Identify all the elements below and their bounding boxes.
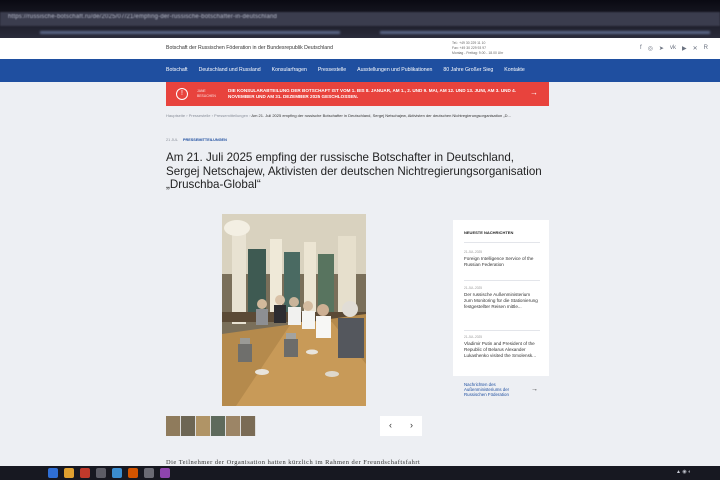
thumbnail[interactable] bbox=[196, 416, 211, 436]
divider bbox=[464, 280, 540, 281]
gallery-pager: ‹ › bbox=[380, 416, 422, 436]
os-taskbar: ▲ ◉ ◐ bbox=[0, 466, 720, 480]
instagram-icon[interactable]: ◎ bbox=[648, 45, 653, 52]
alert-label: JANE BESUCHEN bbox=[197, 89, 216, 98]
meeting-photo-image bbox=[222, 214, 366, 406]
article-photo[interactable] bbox=[222, 214, 366, 406]
address-bar-text: https://russische-botschaft.ru/de/2025/0… bbox=[8, 14, 278, 20]
site-header: Botschaft der Russischen Föderation in d… bbox=[0, 38, 720, 59]
page-title: Am 21. Juli 2025 empfing der russische B… bbox=[166, 151, 542, 191]
app-icon[interactable] bbox=[112, 468, 122, 478]
app-icon[interactable] bbox=[144, 468, 154, 478]
breadcrumb: Hauptseite › Pressestelle › Pressemittei… bbox=[166, 113, 511, 118]
app-icon[interactable] bbox=[128, 468, 138, 478]
news-item[interactable]: 21.JUL.2025 Vladimir Putin and President… bbox=[464, 335, 540, 360]
divider bbox=[464, 330, 540, 331]
news-item[interactable]: 21.JUL.2025 Foreign Intelligence Service… bbox=[464, 250, 540, 268]
alert-banner[interactable]: ! JANE BESUCHEN DIE KONSULARABTEILUNG DE… bbox=[166, 82, 549, 106]
latest-news-sidebar: NEUESTE NACHRICHTEN 21.JUL.2025 Foreign … bbox=[453, 220, 549, 397]
contact-hours: Montag - Freitag: 9.00 - 18.00 Uhr bbox=[452, 50, 504, 55]
facebook-icon[interactable]: f bbox=[640, 45, 642, 52]
browser-chrome: https://russische-botschaft.ru/de/2025/0… bbox=[0, 0, 720, 38]
breadcrumb-current: Am 21. Juli 2025 empfing der russische B… bbox=[251, 113, 511, 118]
divider bbox=[464, 242, 540, 243]
nav-item-kontakte[interactable]: Kontakte bbox=[504, 67, 524, 73]
news-title[interactable]: Foreign Intelligence Service of the Russ… bbox=[464, 256, 540, 268]
breadcrumb-pressemitteilungen[interactable]: Pressemitteilungen bbox=[214, 113, 248, 118]
news-date: 21.JUL.2025 bbox=[464, 286, 483, 290]
org-name[interactable]: Botschaft der Russischen Föderation in d… bbox=[166, 45, 333, 51]
nav-item-pressestelle[interactable]: Pressestelle bbox=[318, 67, 346, 73]
nav-item-ausstellungen[interactable]: Ausstellungen und Publikationen bbox=[357, 67, 432, 73]
bookmark-bar-right bbox=[380, 31, 710, 34]
article-meta: 21 JUL PRESSEMITTEILUNGEN bbox=[166, 138, 227, 142]
main-nav: Botschaft Deutschland und Russland Konsu… bbox=[0, 59, 720, 82]
thumbnail[interactable] bbox=[211, 416, 226, 436]
news-title[interactable]: Der russische Außenministerium zum Monit… bbox=[464, 292, 540, 311]
thumbnail[interactable] bbox=[226, 416, 241, 436]
nav-item-deutschland-und-russland[interactable]: Deutschland und Russland bbox=[199, 67, 261, 73]
breadcrumb-home[interactable]: Hauptseite bbox=[166, 113, 185, 118]
system-tray[interactable]: ▲ ◉ ◐ bbox=[676, 469, 691, 475]
news-item[interactable]: 21.JUL.2025 Der russische Außenministeri… bbox=[464, 286, 540, 311]
breadcrumb-pressestelle[interactable]: Pressestelle bbox=[189, 113, 211, 118]
youtube-icon[interactable]: ▶ bbox=[682, 45, 687, 52]
telegram-icon[interactable]: ➤ bbox=[659, 45, 664, 52]
vk-icon[interactable]: vk bbox=[670, 45, 676, 52]
article-category[interactable]: PRESSEMITTEILUNGEN bbox=[183, 138, 227, 142]
social-links: f ◎ ➤ vk ▶ ✕ R bbox=[640, 45, 708, 52]
bookmark-bar bbox=[40, 31, 340, 34]
news-date: 21.JUL.2025 bbox=[464, 250, 483, 254]
nav-item-konsularfragen[interactable]: Konsularfragen bbox=[272, 67, 307, 73]
start-icon[interactable] bbox=[48, 468, 58, 478]
alert-icon: ! bbox=[176, 88, 188, 100]
article-date: 21 JUL bbox=[166, 138, 178, 142]
explorer-icon[interactable] bbox=[64, 468, 74, 478]
thumbnail[interactable] bbox=[181, 416, 196, 436]
browser-icon[interactable] bbox=[80, 468, 90, 478]
thumbnail[interactable] bbox=[166, 416, 181, 436]
alert-label-line2: BESUCHEN bbox=[197, 93, 216, 98]
nav-item-80-jahre[interactable]: 80 Jahre Großer Sieg bbox=[443, 67, 493, 73]
news-date: 21.JUL.2025 bbox=[464, 335, 483, 339]
app-icon[interactable] bbox=[96, 468, 106, 478]
more-news-link[interactable]: Nachrichten des Außenministeriums der Ru… bbox=[464, 382, 524, 398]
arrow-right-icon[interactable]: → bbox=[531, 386, 538, 393]
contact-info: Tel.: +49 30 229 11 10 Fax: +49 30 229 9… bbox=[452, 41, 503, 55]
nav-item-botschaft[interactable]: Botschaft bbox=[166, 67, 188, 73]
sidebar-heading: NEUESTE NACHRICHTEN bbox=[464, 230, 514, 235]
gallery-prev-button[interactable]: ‹ bbox=[380, 416, 401, 436]
photo-thumbnails bbox=[166, 416, 256, 436]
news-title[interactable]: Vladimir Putin and President of the Repu… bbox=[464, 341, 540, 360]
thumbnail[interactable] bbox=[241, 416, 256, 436]
rutube-icon[interactable]: R bbox=[704, 45, 708, 52]
app-icon[interactable] bbox=[160, 468, 170, 478]
article-body: Die Teilnehmer der Organisation hatten k… bbox=[166, 459, 421, 466]
arrow-right-icon[interactable]: → bbox=[530, 88, 538, 97]
x-icon[interactable]: ✕ bbox=[693, 45, 698, 52]
gallery-next-button[interactable]: › bbox=[401, 416, 422, 436]
alert-message: DIE KONSULARABTEILUNG DER BOTSCHAFT IST … bbox=[228, 88, 516, 99]
web-page: Botschaft der Russischen Föderation in d… bbox=[0, 38, 720, 466]
